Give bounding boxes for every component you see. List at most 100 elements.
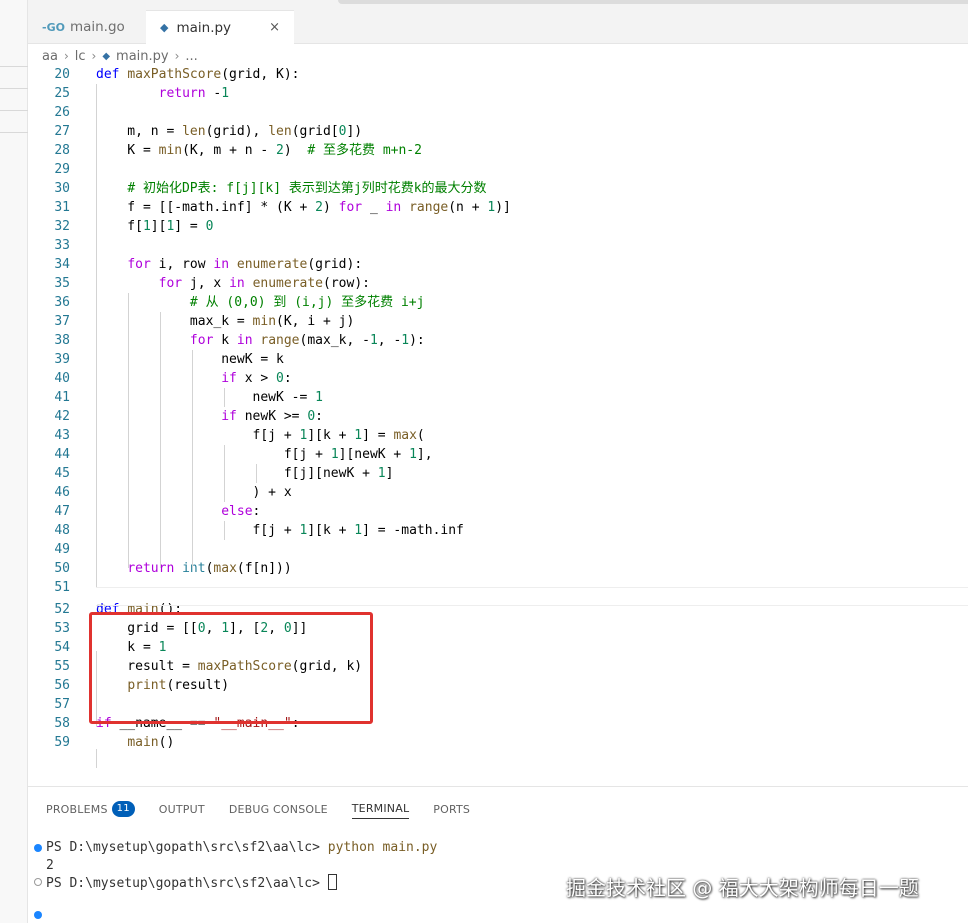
command-success-dot-icon[interactable] [34, 844, 42, 852]
line-number: 59 [54, 735, 70, 750]
tab-label: TERMINAL [351, 802, 410, 815]
code-line[interactable]: 37 max_k = min(K, i + j) [28, 312, 968, 331]
code-line[interactable]: 50 return int(max(f[n])) [28, 559, 968, 578]
code-line[interactable]: 46 ) + x [28, 483, 968, 502]
line-number: 44 [54, 447, 70, 462]
code-line[interactable]: 20 def maxPathScore(grid, K): [28, 65, 968, 84]
line-number: 30 [54, 181, 70, 196]
editor-tab-bar: -GO main.go ◆ main.py × [28, 0, 968, 44]
code-text: # 从 (0,0) 到 (i,j) 至多花费 i+j [189, 295, 425, 310]
tab-problems[interactable]: PROBLEMS 11 [46, 799, 135, 819]
code-line[interactable]: 26 [28, 103, 968, 122]
code-text: newK = k [96, 352, 284, 367]
code-line[interactable]: 42 if newK >= 0: [28, 407, 968, 426]
tab-ports[interactable]: PORTS [433, 799, 470, 819]
line-number: 46 [54, 485, 70, 500]
breadcrumb: aa › lc › ◆ main.py › ... [42, 46, 198, 66]
line-number: 43 [54, 428, 70, 443]
code-line[interactable]: 32 f[1][1] = 0 [28, 217, 968, 236]
code-line[interactable]: 44 f[j + 1][newK + 1], [28, 445, 968, 464]
breadcrumb-item[interactable]: lc [75, 49, 86, 64]
watermark: 掘金技术社区 @ 福大大架构师每日一题 [566, 876, 919, 900]
line-number: 34 [54, 257, 70, 272]
code-line[interactable]: 31 f = [[-math.inf] * (K + 2) for _ in r… [28, 198, 968, 217]
line-number: 25 [54, 86, 70, 101]
code-line[interactable]: 30 # 初始化DP表: f[j][k] 表示到达第j列时花费k的最大分数 [28, 179, 968, 198]
command-pending-dot-icon[interactable] [34, 878, 42, 886]
line-number: 29 [54, 162, 70, 177]
breadcrumb-item[interactable]: main.py [116, 49, 169, 64]
close-icon[interactable]: × [269, 20, 280, 35]
code-text: # 初始化DP表: f[j][k] 表示到达第j列时花费k的最大分数 [127, 181, 487, 196]
code-line[interactable]: 38 for k in range(max_k, -1, -1): [28, 331, 968, 350]
code-line[interactable]: 35 for j, x in enumerate(row): [28, 274, 968, 293]
line-number: 32 [54, 219, 70, 234]
code-line[interactable]: 45 f[j][newK + 1] [28, 464, 968, 483]
code-text: def maxPathScore(grid, K): [96, 67, 300, 82]
code-line[interactable]: 29 [28, 160, 968, 179]
code-text: ) + x [96, 485, 292, 500]
code-text: if newK >= 0: [221, 409, 323, 424]
code-text: max_k = min(K, i + j) [96, 314, 355, 329]
line-number: 58 [54, 716, 70, 731]
code-line[interactable]: 27 m, n = len(grid), len(grid[0]) [28, 122, 968, 141]
terminal-line: PS D:\mysetup\gopath\src\sf2\aa\lc> pyth… [46, 840, 437, 855]
terminal-line: PS D:\mysetup\gopath\src\sf2\aa\lc> [46, 874, 337, 891]
tab-label: PORTS [433, 802, 471, 816]
code-line[interactable]: 49 [28, 540, 968, 559]
code-text: main() [127, 735, 175, 750]
code-text: f[j + 1][k + 1] = -math.inf [96, 523, 464, 538]
code-line[interactable]: 34 for i, row in enumerate(grid): [28, 255, 968, 274]
code-text: f[j + 1][newK + 1], [96, 447, 433, 462]
terminal-dot-icon[interactable] [34, 911, 42, 919]
code-line[interactable]: 41 newK -= 1 [28, 388, 968, 407]
tab-output[interactable]: OUTPUT [159, 799, 205, 819]
indent-guide [128, 293, 129, 568]
line-number: 57 [54, 697, 70, 712]
code-line[interactable]: 43 f[j + 1][k + 1] = max( [28, 426, 968, 445]
code-text: if x > 0: [221, 371, 292, 386]
bottom-panel: PROBLEMS 11 OUTPUT DEBUG CONSOLE TERMINA… [28, 786, 968, 923]
tab-main-go[interactable]: -GO main.go [28, 10, 146, 44]
tab-debug-console[interactable]: DEBUG CONSOLE [229, 799, 328, 819]
code-text: f[j + 1][k + 1] = max( [96, 428, 425, 443]
code-line[interactable]: 48 f[j + 1][k + 1] = -math.inf [28, 521, 968, 540]
line-number: 53 [54, 621, 70, 636]
line-number: 52 [54, 602, 70, 617]
line-number: 51 [54, 580, 70, 595]
code-line[interactable]: 25 return -1 [28, 84, 968, 103]
scrollbar-thumb[interactable] [338, 0, 968, 4]
code-text: return -1 [158, 86, 230, 101]
code-line[interactable]: 59 main() [28, 733, 968, 752]
line-number: 31 [54, 200, 70, 215]
indent-guide [224, 388, 225, 407]
code-line[interactable]: 28 K = min(K, m + n - 2) # 至多花费 m+n-2 [28, 141, 968, 160]
line-number: 35 [54, 276, 70, 291]
chevron-right-icon: › [63, 49, 69, 63]
current-line-highlight [96, 587, 968, 606]
code-line[interactable]: 36 # 从 (0,0) 到 (i,j) 至多花费 i+j [28, 293, 968, 312]
line-number: 50 [54, 561, 70, 576]
terminal-output: 2 [46, 858, 54, 873]
code-text: for j, x in enumerate(row): [158, 276, 370, 291]
tab-label: DEBUG CONSOLE [228, 802, 328, 816]
indent-guide [224, 521, 225, 540]
breadcrumb-item[interactable]: ... [185, 49, 197, 64]
code-line[interactable]: 40 if x > 0: [28, 369, 968, 388]
line-number: 28 [54, 143, 70, 158]
indent-guide [256, 464, 257, 483]
breadcrumb-item[interactable]: aa [42, 49, 58, 64]
code-line[interactable]: 33 [28, 236, 968, 255]
code-text: return int(max(f[n])) [127, 561, 292, 576]
line-number: 38 [54, 333, 70, 348]
tab-main-py[interactable]: ◆ main.py × [146, 10, 294, 44]
line-number: 26 [54, 105, 70, 120]
line-number: 54 [54, 640, 70, 655]
code-line[interactable]: 47 else: [28, 502, 968, 521]
code-line[interactable]: 39 newK = k [28, 350, 968, 369]
tab-terminal[interactable]: TERMINAL [351, 799, 410, 819]
line-number: 27 [54, 124, 70, 139]
code-text: f[j][newK + 1] [96, 466, 394, 481]
indent-guide [224, 445, 225, 502]
terminal-command: python main.py [327, 840, 438, 855]
